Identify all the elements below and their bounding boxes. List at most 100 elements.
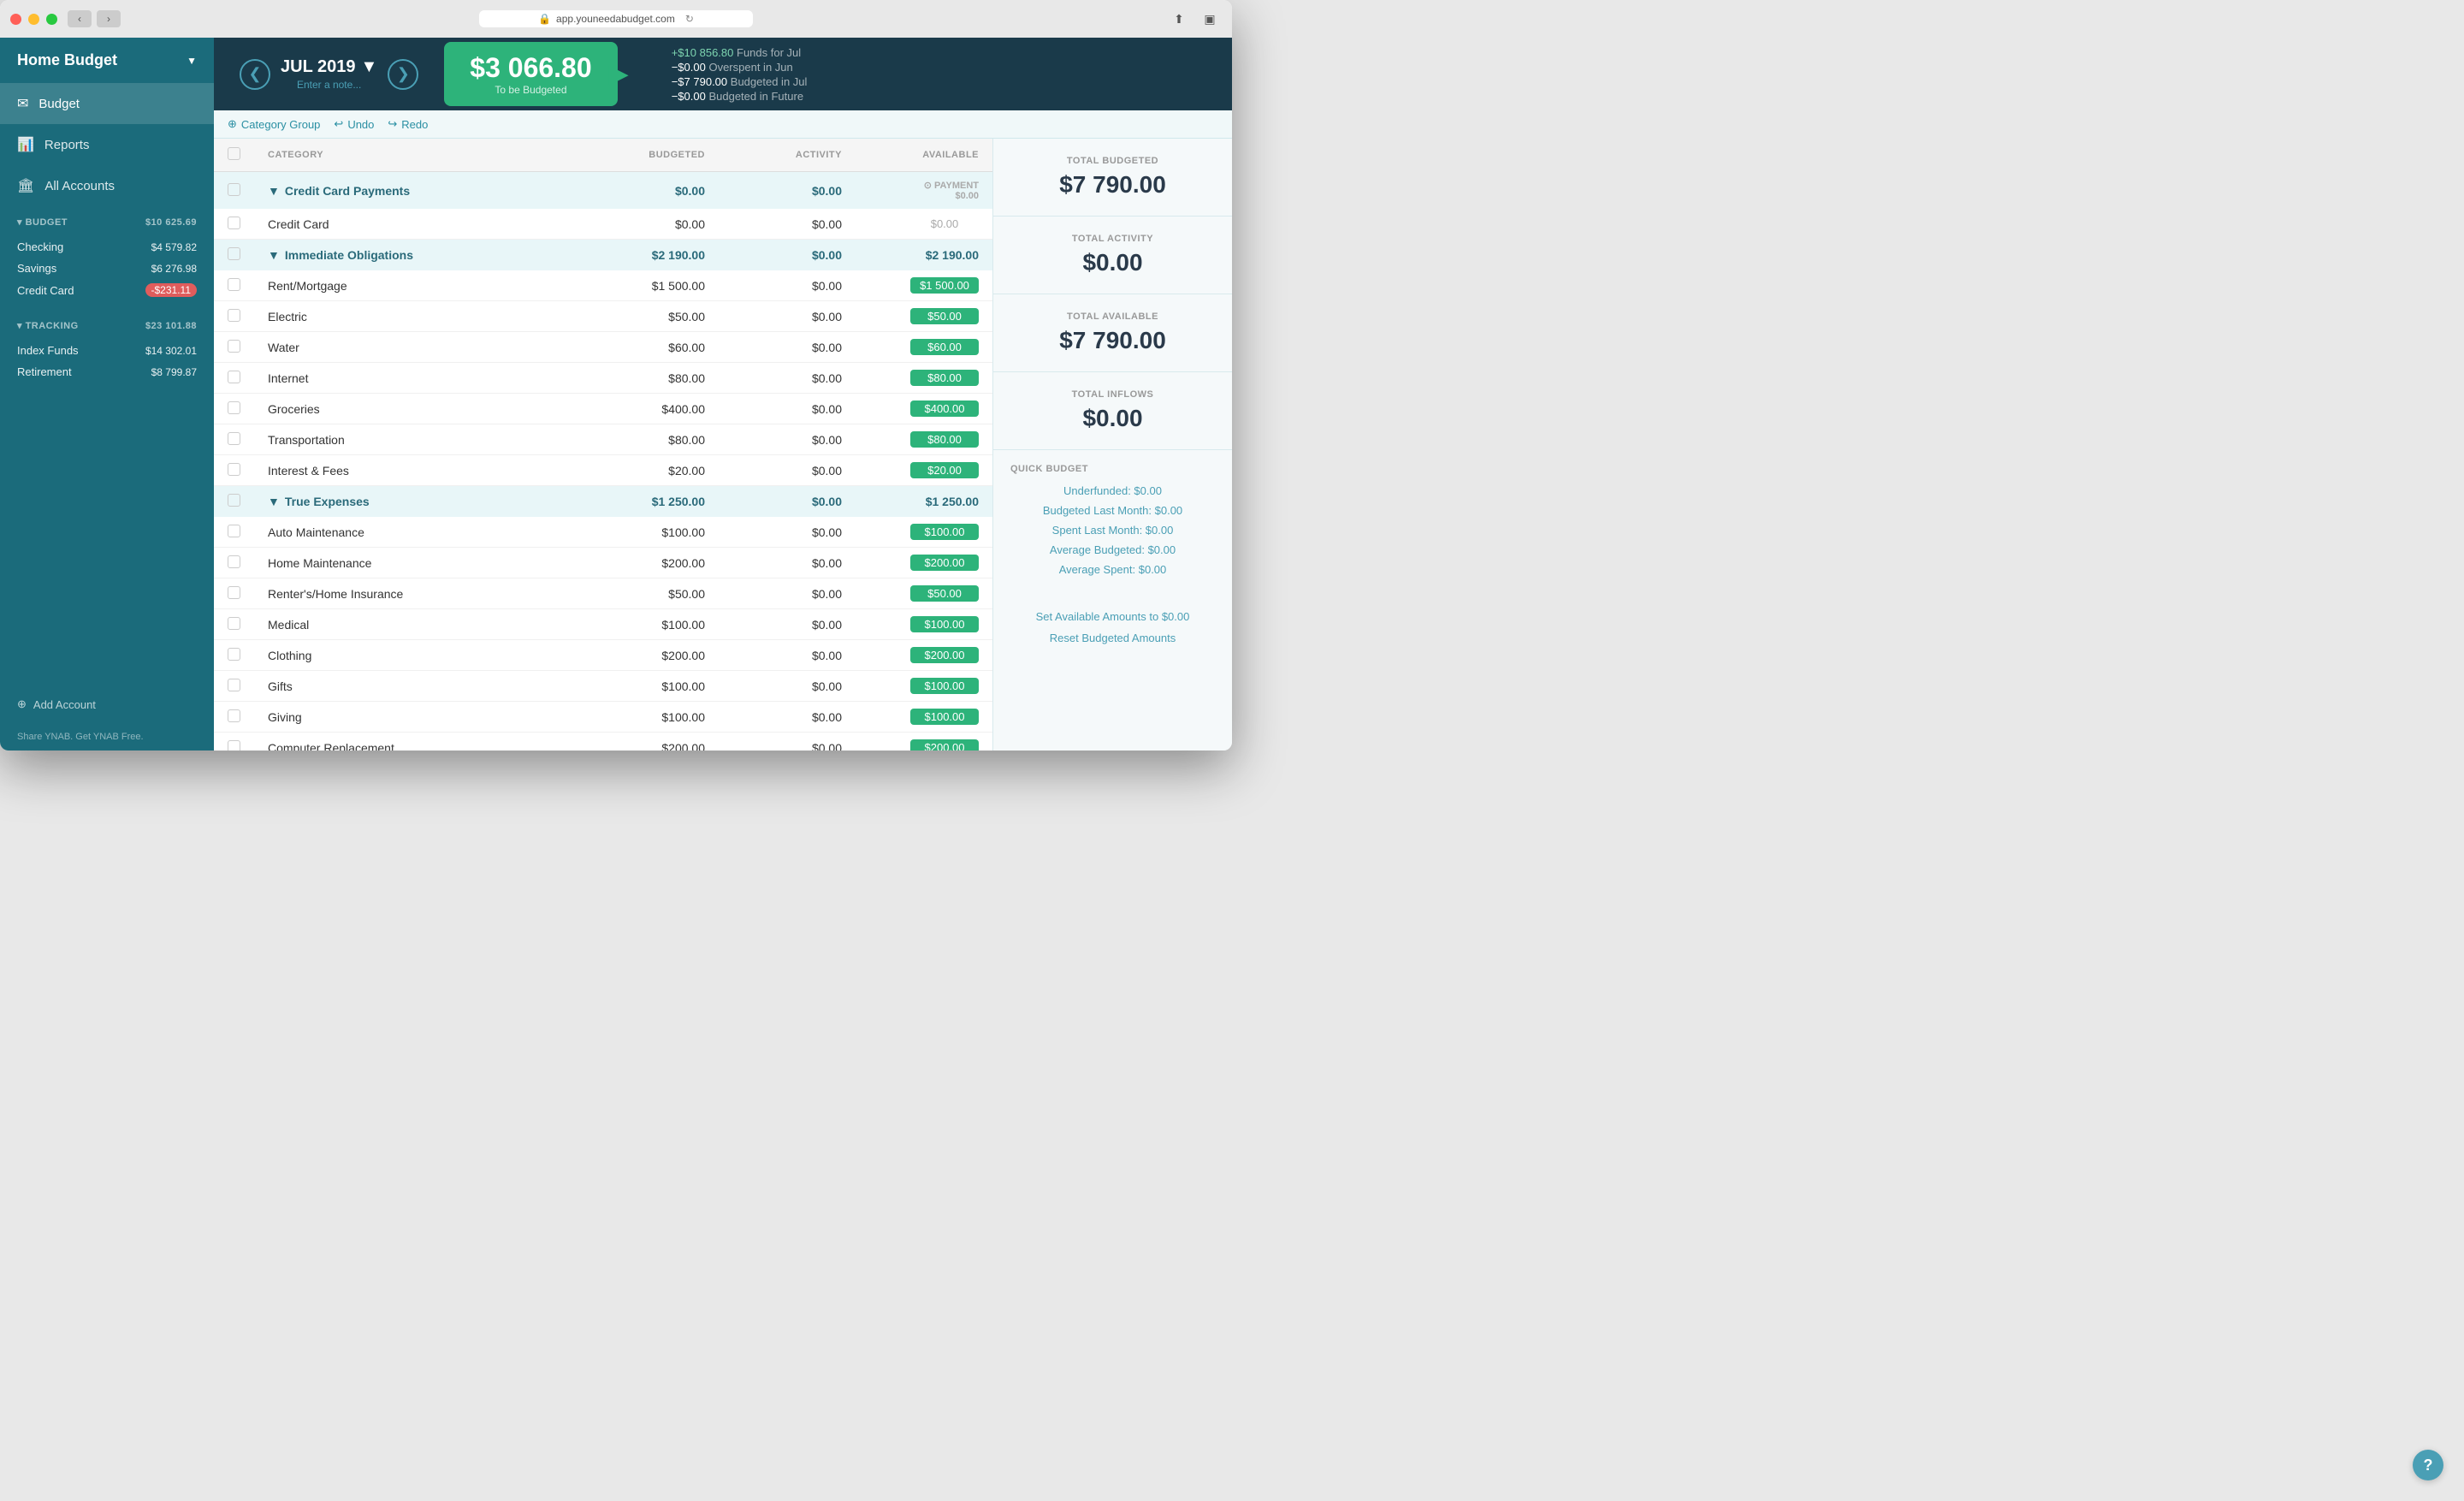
- table-row[interactable]: Renter's/Home Insurance $50.00 $0.00 $50…: [214, 578, 992, 609]
- average-budgeted-item[interactable]: Average Budgeted: $0.00: [1010, 543, 1215, 556]
- category-checkbox[interactable]: [228, 432, 240, 445]
- category-activity-cell: $0.00: [719, 209, 856, 240]
- month-title[interactable]: JUL 2019 ▼: [281, 57, 377, 77]
- category-checkbox[interactable]: [228, 340, 240, 353]
- category-budgeted-cell[interactable]: $50.00: [582, 578, 719, 609]
- table-row[interactable]: Electric $50.00 $0.00 $50.00: [214, 301, 992, 332]
- back-button[interactable]: ‹: [68, 10, 92, 27]
- category-budgeted-cell[interactable]: $100.00: [582, 517, 719, 548]
- table-row[interactable]: Clothing $200.00 $0.00 $200.00: [214, 640, 992, 671]
- category-checkbox[interactable]: [228, 278, 240, 291]
- category-checkbox[interactable]: [228, 679, 240, 691]
- table-row[interactable]: Groceries $400.00 $0.00 $400.00: [214, 394, 992, 424]
- category-checkbox-cell: [214, 609, 254, 640]
- add-account-button[interactable]: ⊕ Add Account: [0, 685, 214, 723]
- set-available-link[interactable]: Set Available Amounts to $0.00: [1010, 610, 1215, 623]
- minimize-button[interactable]: [28, 14, 39, 25]
- sidebar-item-reports-label: Reports: [44, 138, 90, 152]
- table-row[interactable]: Medical $100.00 $0.00 $100.00: [214, 609, 992, 640]
- table-row[interactable]: Internet $80.00 $0.00 $80.00: [214, 363, 992, 394]
- redo-button[interactable]: ↪ Redo: [388, 117, 428, 131]
- category-budgeted-cell[interactable]: $80.00: [582, 363, 719, 394]
- group-checkbox[interactable]: [228, 494, 240, 507]
- forward-button[interactable]: ›: [97, 10, 121, 27]
- table-row[interactable]: Giving $100.00 $0.00 $100.00: [214, 702, 992, 733]
- available-badge: $80.00: [910, 370, 979, 386]
- table-row[interactable]: Rent/Mortgage $1 500.00 $0.00 $1 500.00: [214, 270, 992, 301]
- category-checkbox[interactable]: [228, 463, 240, 476]
- next-month-button[interactable]: ❯: [388, 59, 418, 90]
- sidebar-toggle-button[interactable]: ▣: [1198, 10, 1222, 27]
- underfunded-item[interactable]: Underfunded: $0.00: [1010, 484, 1215, 497]
- category-budgeted-cell[interactable]: $100.00: [582, 609, 719, 640]
- index-funds-account[interactable]: Index Funds $14 302.01: [0, 340, 214, 361]
- category-budgeted-cell[interactable]: $20.00: [582, 455, 719, 486]
- share-link[interactable]: Share YNAB. Get YNAB Free.: [0, 723, 214, 750]
- category-budgeted-cell[interactable]: $100.00: [582, 702, 719, 733]
- table-row[interactable]: Auto Maintenance $100.00 $0.00 $100.00: [214, 517, 992, 548]
- table-row[interactable]: Credit Card $0.00 $0.00 $0.00: [214, 209, 992, 240]
- category-checkbox[interactable]: [228, 309, 240, 322]
- category-checkbox[interactable]: [228, 401, 240, 414]
- collapse-icon[interactable]: ▼: [268, 495, 280, 508]
- help-button[interactable]: ?: [2413, 1450, 2443, 1480]
- budgeted-last-month-item[interactable]: Budgeted Last Month: $0.00: [1010, 504, 1215, 517]
- share-button[interactable]: ⬆: [1167, 10, 1191, 27]
- spent-last-month-item[interactable]: Spent Last Month: $0.00: [1010, 524, 1215, 537]
- app-name-header[interactable]: Home Budget ▼: [0, 38, 214, 83]
- category-budgeted-cell[interactable]: $60.00: [582, 332, 719, 363]
- category-budgeted-cell[interactable]: $200.00: [582, 548, 719, 578]
- category-activity-cell: $0.00: [719, 394, 856, 424]
- category-checkbox[interactable]: [228, 709, 240, 722]
- plus-circle-icon: ⊕: [228, 117, 237, 131]
- category-checkbox[interactable]: [228, 586, 240, 599]
- credit-card-account[interactable]: Credit Card -$231.11: [0, 279, 214, 301]
- undo-button[interactable]: ↩ Undo: [334, 117, 374, 131]
- sidebar-item-all-accounts[interactable]: 🏛 All Accounts: [0, 165, 214, 206]
- category-budgeted-cell[interactable]: $50.00: [582, 301, 719, 332]
- category-budgeted-cell[interactable]: $400.00: [582, 394, 719, 424]
- group-row[interactable]: ▼ Credit Card Payments $0.00 $0.00 ⊙ PAY…: [214, 172, 992, 210]
- category-checkbox[interactable]: [228, 555, 240, 568]
- category-budgeted-cell[interactable]: $1 500.00: [582, 270, 719, 301]
- savings-account[interactable]: Savings $6 276.98: [0, 258, 214, 279]
- checking-account[interactable]: Checking $4 579.82: [0, 236, 214, 258]
- sidebar-item-budget[interactable]: ✉ Budget: [0, 83, 214, 124]
- category-budgeted-cell[interactable]: $200.00: [582, 640, 719, 671]
- add-category-group-button[interactable]: ⊕ Category Group: [228, 117, 320, 131]
- category-checkbox[interactable]: [228, 617, 240, 630]
- month-note[interactable]: Enter a note...: [281, 79, 377, 91]
- category-checkbox[interactable]: [228, 740, 240, 751]
- url-bar[interactable]: 🔒 app.youneedabudget.com ↻: [479, 10, 753, 27]
- category-checkbox[interactable]: [228, 371, 240, 383]
- average-spent-item[interactable]: Average Spent: $0.00: [1010, 563, 1215, 576]
- category-checkbox[interactable]: [228, 525, 240, 537]
- table-row[interactable]: Computer Replacement $200.00 $0.00 $200.…: [214, 733, 992, 751]
- table-row[interactable]: Transportation $80.00 $0.00 $80.00: [214, 424, 992, 455]
- collapse-icon[interactable]: ▼: [268, 184, 280, 198]
- category-checkbox[interactable]: [228, 648, 240, 661]
- tracking-section-total: $23 101.88: [145, 321, 197, 331]
- close-button[interactable]: [10, 14, 21, 25]
- category-budgeted-cell[interactable]: $200.00: [582, 733, 719, 751]
- reset-budgeted-link[interactable]: Reset Budgeted Amounts: [1010, 632, 1215, 644]
- category-budgeted-cell[interactable]: $100.00: [582, 671, 719, 702]
- category-budgeted-cell[interactable]: $0.00: [582, 209, 719, 240]
- group-checkbox[interactable]: [228, 183, 240, 196]
- table-row[interactable]: Interest & Fees $20.00 $0.00 $20.00: [214, 455, 992, 486]
- th-budgeted: BUDGETED: [582, 139, 719, 172]
- prev-month-button[interactable]: ❮: [240, 59, 270, 90]
- group-checkbox[interactable]: [228, 247, 240, 260]
- table-row[interactable]: Gifts $100.00 $0.00 $100.00: [214, 671, 992, 702]
- maximize-button[interactable]: [46, 14, 57, 25]
- select-all-checkbox[interactable]: [228, 147, 240, 160]
- retirement-account[interactable]: Retirement $8 799.87: [0, 361, 214, 383]
- category-budgeted-cell[interactable]: $80.00: [582, 424, 719, 455]
- collapse-icon[interactable]: ▼: [268, 248, 280, 262]
- sidebar-item-reports[interactable]: 📊 Reports: [0, 124, 214, 165]
- category-checkbox[interactable]: [228, 217, 240, 229]
- group-row[interactable]: ▼ Immediate Obligations $2 190.00 $0.00 …: [214, 240, 992, 271]
- group-row[interactable]: ▼ True Expenses $1 250.00 $0.00 $1 250.0…: [214, 486, 992, 518]
- table-row[interactable]: Home Maintenance $200.00 $0.00 $200.00: [214, 548, 992, 578]
- table-row[interactable]: Water $60.00 $0.00 $60.00: [214, 332, 992, 363]
